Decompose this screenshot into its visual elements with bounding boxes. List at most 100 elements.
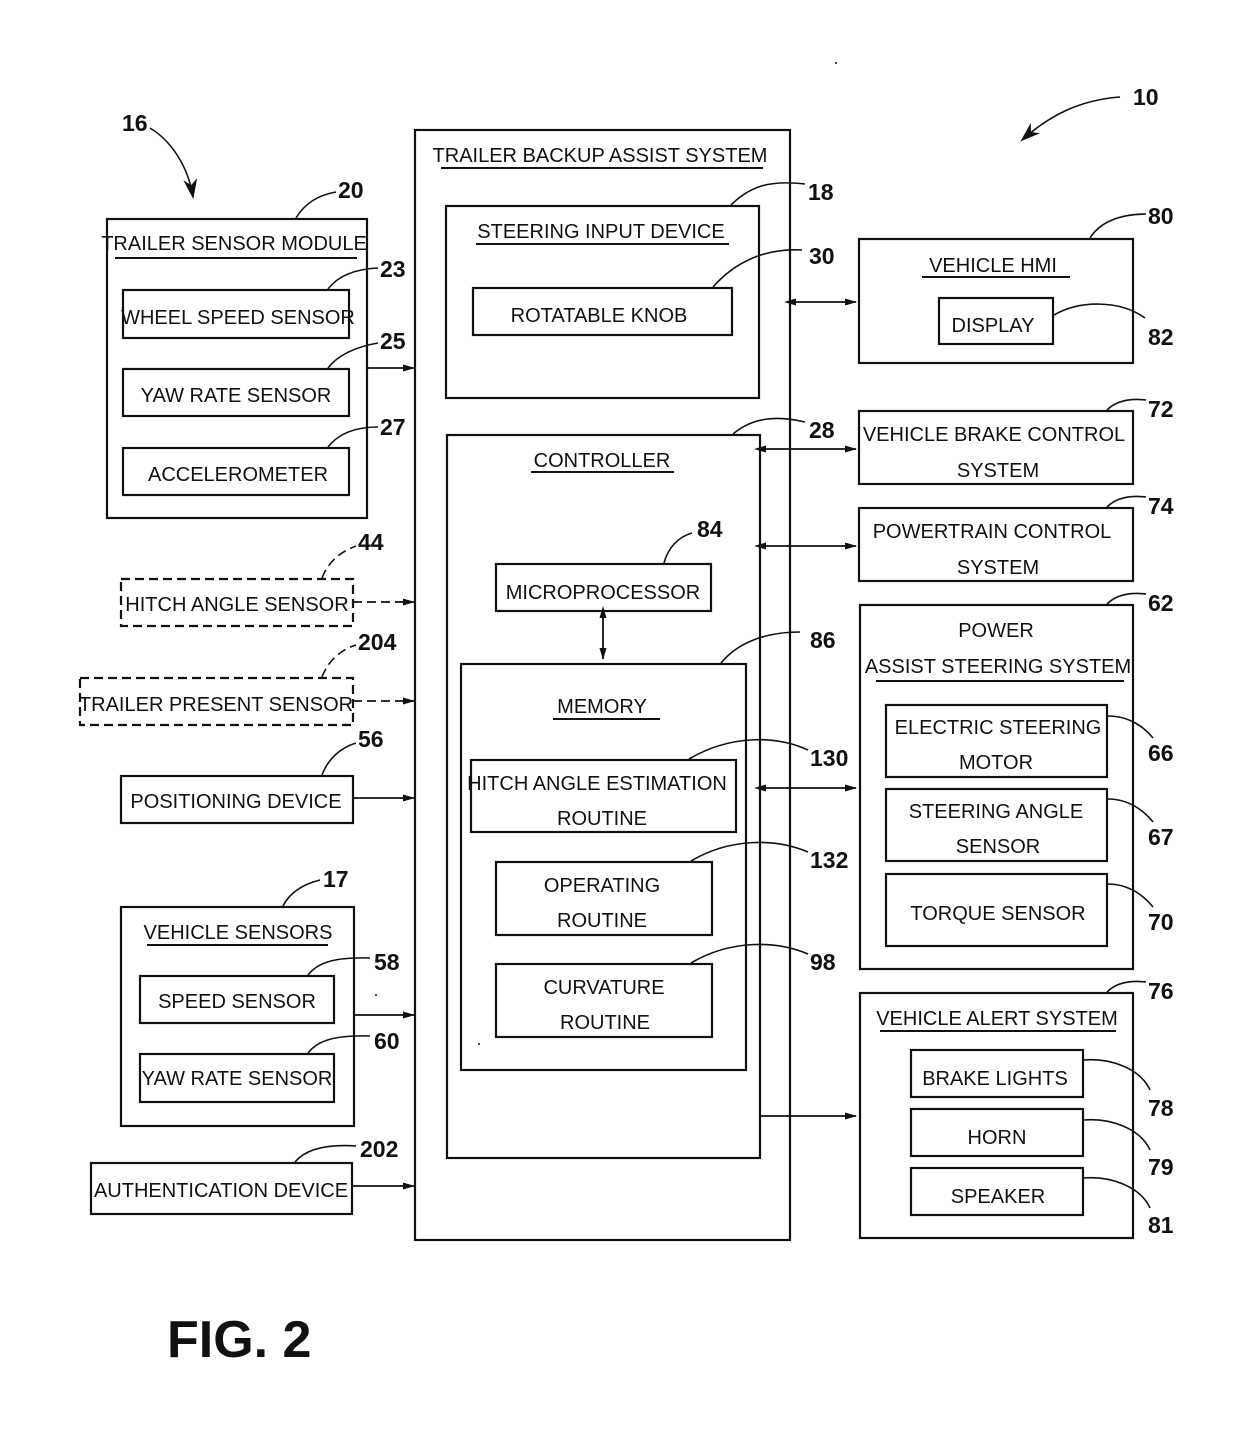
authentication-device[interactable]: AUTHENTICATION DEVICE 202: [89, 1136, 398, 1216]
memory-title: MEMORY: [557, 696, 647, 718]
leader-line: [1106, 398, 1147, 411]
ref-label: 16: [122, 110, 148, 136]
item-label: TRAILER PRESENT SENSOR: [79, 694, 353, 716]
pointer-arrow-icon: [1020, 96, 1121, 142]
ref-label: 67: [1148, 824, 1174, 850]
leader-line: [321, 644, 357, 678]
ref-label: 28: [809, 417, 835, 443]
ref-label: 84: [697, 516, 723, 542]
system-line2: ASSIST STEERING SYSTEM: [865, 656, 1131, 678]
trailer-present-sensor[interactable]: TRAILER PRESENT SENSOR 204: [78, 629, 397, 727]
scan-speck: [835, 62, 837, 64]
item-line2: SENSOR: [956, 836, 1040, 858]
item-label: BRAKE LIGHTS: [922, 1068, 1068, 1090]
ref-label: 23: [380, 256, 406, 282]
ref-label: 82: [1148, 324, 1174, 350]
trailer-backup-assist-system[interactable]: TRAILER BACKUP ASSIST SYSTEM STEERING IN…: [413, 128, 848, 1242]
ref-system-10: 10: [1020, 84, 1159, 142]
ref-label: 56: [358, 726, 384, 752]
ref-label: 81: [1148, 1212, 1174, 1238]
knob-label: ROTATABLE KNOB: [511, 305, 688, 327]
module-title: TRAILER SENSOR MODULE: [101, 233, 367, 255]
module-title: VEHICLE SENSORS: [144, 922, 333, 944]
block-diagram: 10 16 TRAILER SENSOR MODULE 20 WHEEL SPE…: [78, 62, 1174, 1369]
leader-line: [1089, 213, 1147, 239]
leader-line: [1106, 592, 1147, 605]
hmi-title: VEHICLE HMI: [929, 255, 1057, 277]
scan-speck: [478, 1043, 480, 1045]
figure-label: FIG. 2: [167, 1311, 311, 1369]
powertrain-control-system[interactable]: POWERTRAIN CONTROL SYSTEM 74: [857, 493, 1174, 583]
system-line2: SYSTEM: [957, 557, 1039, 579]
positioning-device[interactable]: POSITIONING DEVICE 56: [119, 726, 384, 825]
leader-line: [295, 191, 337, 219]
ref-label: 78: [1148, 1095, 1174, 1121]
ref-label: 66: [1148, 740, 1174, 766]
ref-label: 60: [374, 1028, 400, 1054]
ref-label: 130: [810, 745, 848, 771]
ref-label: 79: [1148, 1154, 1174, 1180]
vehicle-sensors[interactable]: VEHICLE SENSORS 17 SPEED SENSOR 58 YAW R…: [119, 866, 400, 1128]
ref-label: 80: [1148, 203, 1174, 229]
system-line2: SYSTEM: [957, 460, 1039, 482]
item-label: ACCELEROMETER: [148, 464, 328, 486]
leader-line: [282, 879, 321, 907]
item-label: SPEAKER: [951, 1186, 1045, 1208]
ref-label: 10: [1133, 84, 1159, 110]
item-line1: ELECTRIC STEERING: [895, 717, 1102, 739]
item-label: YAW RATE SENSOR: [141, 385, 332, 407]
ref-label: 72: [1148, 396, 1174, 422]
ref-label: 18: [808, 179, 834, 205]
pointer-arrow-icon: [149, 127, 198, 199]
ref-label: 20: [338, 177, 364, 203]
system-line1: VEHICLE BRAKE CONTROL: [863, 424, 1125, 446]
item-line1: TORQUE SENSOR: [910, 903, 1085, 925]
item-label: HORN: [968, 1127, 1027, 1149]
hitch-angle-sensor[interactable]: HITCH ANGLE SENSOR 44: [119, 529, 384, 628]
ref-label: 58: [374, 949, 400, 975]
routine-line2: ROUTINE: [557, 910, 647, 932]
controller-title: CONTROLLER: [534, 450, 671, 472]
leader-line: [321, 742, 357, 776]
leader-line: [1106, 495, 1147, 508]
device-title: STEERING INPUT DEVICE: [477, 221, 724, 243]
ref-label: 74: [1148, 493, 1174, 519]
item-line2: MOTOR: [959, 752, 1033, 774]
ref-label: 25: [380, 328, 406, 354]
display-label: DISPLAY: [952, 315, 1035, 337]
trailer-sensor-module[interactable]: TRAILER SENSOR MODULE 20 WHEEL SPEED SEN…: [101, 177, 406, 520]
ref-label: 204: [358, 629, 397, 655]
item-label: AUTHENTICATION DEVICE: [94, 1180, 348, 1202]
microprocessor-label: MICROPROCESSOR: [506, 582, 700, 604]
ref-label: 98: [810, 949, 836, 975]
vehicle-brake-control-system[interactable]: VEHICLE BRAKE CONTROL SYSTEM 72: [857, 396, 1174, 486]
routine-line1: CURVATURE: [543, 977, 664, 999]
vehicle-alert-system[interactable]: VEHICLE ALERT SYSTEM 76 BRAKE LIGHTS 78 …: [858, 978, 1174, 1240]
ref-sensor-group-16: 16: [122, 110, 198, 199]
ref-label: 202: [360, 1136, 398, 1162]
system-title: TRAILER BACKUP ASSIST SYSTEM: [433, 145, 768, 167]
ref-label: 70: [1148, 909, 1174, 935]
system-line1: POWERTRAIN CONTROL: [873, 521, 1112, 543]
power-assist-steering-system[interactable]: POWER ASSIST STEERING SYSTEM 62 ELECTRIC…: [858, 590, 1174, 971]
routine-line2: ROUTINE: [557, 808, 647, 830]
routine-line1: OPERATING: [544, 875, 660, 897]
ref-label: 62: [1148, 590, 1174, 616]
item-line1: STEERING ANGLE: [909, 801, 1084, 823]
scan-speck: [375, 994, 377, 996]
item-label: WHEEL SPEED SENSOR: [121, 307, 355, 329]
item-label: POSITIONING DEVICE: [130, 791, 341, 813]
ref-label: 17: [323, 866, 349, 892]
ref-label: 44: [358, 529, 384, 555]
system-title: VEHICLE ALERT SYSTEM: [876, 1008, 1118, 1030]
ref-label: 30: [809, 243, 835, 269]
leader-line: [321, 545, 357, 579]
ref-label: 132: [810, 847, 848, 873]
leader-line: [1106, 980, 1147, 993]
ref-label: 76: [1148, 978, 1174, 1004]
routine-line1: HITCH ANGLE ESTIMATION: [467, 773, 727, 795]
ref-label: 86: [810, 627, 836, 653]
leader-line: [294, 1144, 357, 1163]
vehicle-hmi[interactable]: VEHICLE HMI 80 DISPLAY 82: [857, 203, 1174, 365]
ref-label: 27: [380, 414, 406, 440]
